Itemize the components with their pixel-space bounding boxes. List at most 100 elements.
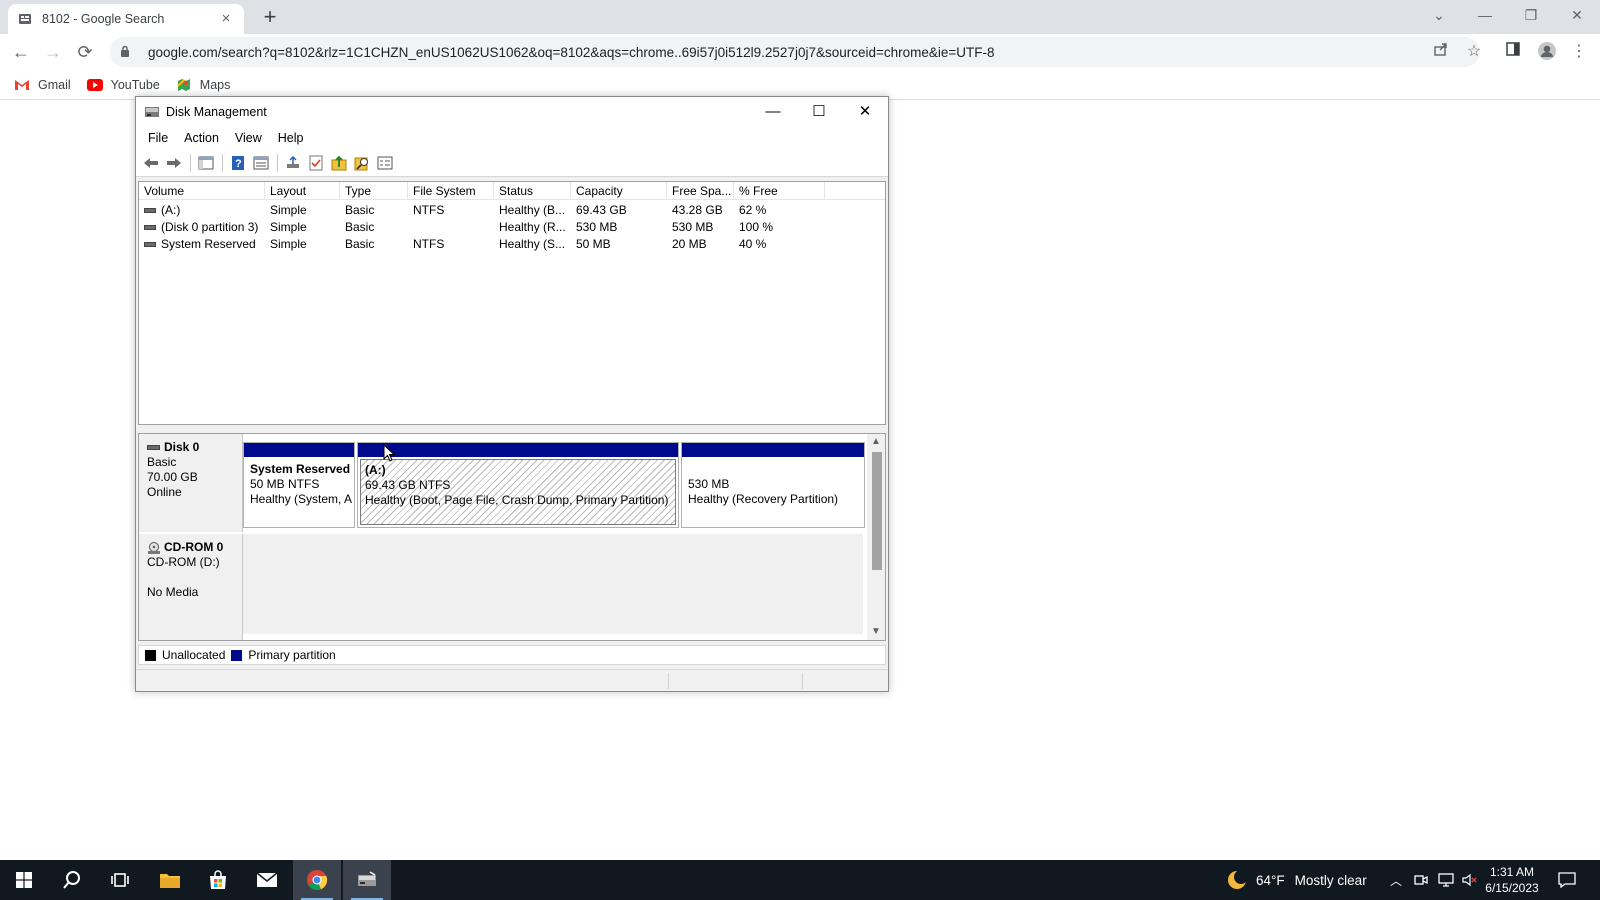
scroll-up-icon[interactable]: ▲ bbox=[867, 434, 885, 450]
browser-close-button[interactable]: ✕ bbox=[1554, 2, 1600, 30]
chrome-taskbar-button[interactable] bbox=[293, 860, 341, 900]
capacity-cell: 69.43 GB bbox=[576, 203, 627, 217]
chrome-menu-icon[interactable]: ⋮ bbox=[1568, 41, 1590, 63]
mail-button[interactable] bbox=[243, 860, 291, 900]
status-cell: Healthy (B... bbox=[499, 203, 566, 217]
volume-name-cell: (Disk 0 partition 3) bbox=[139, 219, 265, 236]
dm-minimize-button[interactable]: — bbox=[750, 97, 796, 127]
search-icon[interactable] bbox=[351, 152, 373, 174]
menu-action[interactable]: Action bbox=[176, 131, 227, 145]
console-tree-icon[interactable] bbox=[195, 152, 217, 174]
bookmark-star-icon[interactable]: ☆ bbox=[1463, 41, 1485, 63]
back-arrow-icon[interactable] bbox=[140, 152, 162, 174]
bookmark-youtube[interactable]: YouTube bbox=[86, 78, 160, 92]
notification-center-button[interactable] bbox=[1558, 860, 1576, 900]
volume-list[interactable]: Volume Layout Type File System Status Ca… bbox=[138, 181, 886, 425]
search-button[interactable] bbox=[48, 860, 96, 900]
bookmark-maps[interactable]: Maps bbox=[176, 78, 230, 92]
dm-maximize-button[interactable]: ☐ bbox=[796, 97, 842, 127]
volume-row[interactable]: System Reserved Simple Basic NTFS Health… bbox=[139, 236, 885, 253]
task-view-button[interactable] bbox=[96, 860, 144, 900]
disk-management-app-icon bbox=[145, 107, 159, 117]
disk-0-size: 70.00 GB bbox=[147, 470, 198, 484]
show-hidden-icons-button[interactable]: ︿ bbox=[1390, 860, 1402, 900]
column-header-percent-free[interactable]: % Free bbox=[734, 182, 825, 200]
youtube-icon bbox=[86, 78, 103, 92]
scrollbar-thumb[interactable] bbox=[872, 452, 882, 570]
clock-time: 1:31 AM bbox=[1489, 865, 1535, 879]
partition-name: System Reserved bbox=[250, 462, 351, 476]
help-icon[interactable]: ? bbox=[227, 152, 249, 174]
legend-primary-partition: Primary partition bbox=[231, 648, 336, 662]
browser-tab[interactable]: 8102 - Google Search × bbox=[8, 4, 244, 34]
browser-restore-button[interactable]: ❐ bbox=[1508, 2, 1554, 30]
new-tab-button[interactable]: + bbox=[258, 6, 282, 30]
taskbar: 64°F Mostly clear ︿ 1:31 AM 6/15/2023 bbox=[0, 860, 1600, 900]
back-button[interactable]: ← bbox=[8, 39, 34, 65]
profile-avatar-icon[interactable] bbox=[1536, 41, 1558, 63]
partition-recovery[interactable]: 530 MB Healthy (Recovery Partition) bbox=[681, 442, 865, 528]
reload-button[interactable]: ⟳ bbox=[72, 39, 98, 65]
weather-widget[interactable]: 64°F Mostly clear bbox=[1226, 860, 1367, 900]
browser-toolbar: ← → ⟳ google.com/search?q=8102&rlz=1C1CH… bbox=[0, 34, 1600, 70]
free-space-cell: 43.28 GB bbox=[672, 203, 723, 217]
browser-minimize-button[interactable]: — bbox=[1462, 2, 1508, 30]
svg-text:?: ? bbox=[235, 158, 242, 170]
column-header-layout[interactable]: Layout bbox=[265, 182, 340, 200]
view-icon[interactable] bbox=[374, 152, 396, 174]
column-header-status[interactable]: Status bbox=[494, 182, 571, 200]
disk-pane-scrollbar[interactable]: ▲ ▼ bbox=[867, 434, 885, 640]
connect-icon[interactable] bbox=[282, 152, 304, 174]
start-button[interactable] bbox=[0, 860, 48, 900]
properties-icon[interactable] bbox=[250, 152, 272, 174]
network-icon[interactable] bbox=[1438, 860, 1454, 900]
column-header-free-space[interactable]: Free Spa... bbox=[667, 182, 734, 200]
meet-now-icon[interactable] bbox=[1414, 860, 1428, 900]
scroll-down-icon[interactable]: ▼ bbox=[867, 624, 885, 640]
disk-management-taskbar-button[interactable] bbox=[343, 860, 391, 900]
cdrom-0-info[interactable]: CD-ROM 0 CD-ROM (D:) No Media bbox=[139, 534, 243, 640]
status-cell: Healthy (R... bbox=[499, 220, 566, 234]
disk-management-titlebar[interactable]: Disk Management — ☐ ✕ bbox=[136, 97, 888, 127]
column-header-capacity[interactable]: Capacity bbox=[571, 182, 667, 200]
capacity-cell: 50 MB bbox=[576, 237, 611, 251]
menu-view[interactable]: View bbox=[227, 131, 270, 145]
column-header-file-system[interactable]: File System bbox=[408, 182, 494, 200]
disk-0-info[interactable]: Disk 0 Basic 70.00 GB Online bbox=[139, 434, 243, 532]
menu-file[interactable]: File bbox=[140, 131, 176, 145]
volume-row[interactable]: (A:) Simple Basic NTFS Healthy (B... 69.… bbox=[139, 202, 885, 219]
tab-search-button[interactable]: ⌄ bbox=[1416, 2, 1462, 30]
weather-condition: Mostly clear bbox=[1294, 872, 1367, 888]
forward-arrow-icon[interactable] bbox=[163, 152, 185, 174]
export-icon[interactable] bbox=[328, 152, 350, 174]
partition-a-drive[interactable]: (A:) 69.43 GB NTFS Healthy (Boot, Page F… bbox=[357, 442, 679, 528]
tab-title: 8102 - Google Search bbox=[42, 12, 165, 26]
tab-close-icon[interactable]: × bbox=[218, 11, 234, 27]
bookmark-gmail[interactable]: Gmail bbox=[14, 78, 71, 92]
legend-unallocated: Unallocated bbox=[145, 648, 225, 662]
side-panel-icon[interactable] bbox=[1502, 41, 1524, 63]
check-icon[interactable] bbox=[305, 152, 327, 174]
share-icon[interactable] bbox=[1430, 41, 1452, 63]
disk-map-pane[interactable]: Disk 0 Basic 70.00 GB Online System Rese… bbox=[138, 433, 886, 641]
type-cell: Basic bbox=[345, 220, 375, 234]
taskbar-clock[interactable]: 1:31 AM 6/15/2023 bbox=[1474, 864, 1550, 896]
volume-row[interactable]: (Disk 0 partition 3) Simple Basic Health… bbox=[139, 219, 885, 236]
primary-partition-bar bbox=[244, 443, 354, 457]
partition-system-reserved[interactable]: System Reserved 50 MB NTFS Healthy (Syst… bbox=[243, 442, 355, 528]
address-bar[interactable]: google.com/search?q=8102&rlz=1C1CHZN_enU… bbox=[110, 37, 1480, 67]
menu-help[interactable]: Help bbox=[270, 131, 312, 145]
cdrom-0-area[interactable] bbox=[243, 534, 863, 634]
partition-size: 530 MB bbox=[688, 477, 730, 491]
file-explorer-button[interactable] bbox=[146, 860, 194, 900]
moon-weather-icon bbox=[1228, 870, 1248, 889]
windows-logo-icon bbox=[16, 872, 32, 888]
dm-close-button[interactable]: ✕ bbox=[842, 97, 888, 127]
partition-name bbox=[688, 462, 858, 477]
store-button[interactable] bbox=[194, 860, 242, 900]
column-header-volume[interactable]: Volume bbox=[139, 182, 265, 200]
forward-button[interactable]: → bbox=[40, 39, 66, 65]
maps-icon bbox=[176, 78, 192, 92]
column-header-type[interactable]: Type bbox=[340, 182, 408, 200]
url-text[interactable]: google.com/search?q=8102&rlz=1C1CHZN_enU… bbox=[148, 45, 1480, 60]
